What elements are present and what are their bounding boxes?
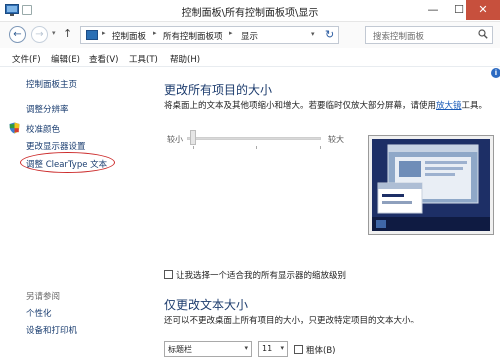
shield-icon	[9, 122, 20, 134]
main-content: i 更改所有项目的大小 将桌面上的文本及其他项缩小和增大。若要临时仅放大部分屏幕…	[148, 67, 500, 357]
font-size-select[interactable]: 11 ▾	[258, 341, 288, 357]
sidebar-link-devices-printers[interactable]: 设备和打印机	[26, 324, 77, 336]
slider-label-large: 较大	[328, 135, 344, 144]
up-button[interactable]: ↑	[63, 27, 72, 40]
minimize-button[interactable]: —	[420, 0, 446, 20]
page-title: 更改所有项目的大小	[164, 83, 273, 97]
sidebar-link-change-display-settings[interactable]: 更改显示器设置	[26, 140, 86, 152]
sidebar: 控制面板主页 调整分辨率 校准颜色 更改显示器设置 调整 ClearType 文…	[0, 67, 148, 357]
breadcrumb-control-panel[interactable]: 控制面板	[112, 30, 146, 42]
page-description: 将桌面上的文本及其他项缩小和增大。若要临时仅放大部分屏幕，请使用放大镜工具。	[164, 101, 488, 111]
item-select[interactable]: 标题栏 ▾	[164, 341, 252, 357]
text-size-description: 还可以不更改桌面上所有项目的大小，只更改特定项目的文本大小。	[164, 316, 420, 326]
close-button[interactable]: ✕	[466, 0, 500, 20]
breadcrumb-separator[interactable]: ▸	[102, 29, 106, 37]
back-button[interactable]: ←	[9, 26, 26, 43]
breadcrumb-display[interactable]: 显示	[241, 30, 258, 42]
see-also-heading: 另请参阅	[26, 292, 61, 302]
slider-label-small: 较小	[167, 135, 183, 144]
breadcrumb-separator[interactable]: ▸	[153, 29, 157, 37]
chevron-down-icon: ▾	[244, 344, 248, 352]
slider-tick	[193, 146, 194, 149]
slider-tick	[320, 146, 321, 149]
forward-button[interactable]: →	[31, 26, 48, 43]
menu-edit[interactable]: 编辑(E)	[51, 53, 80, 65]
menu-help[interactable]: 帮助(H)	[170, 53, 200, 65]
bold-option[interactable]: 粗体(B)	[294, 344, 335, 356]
custom-scaling-checkbox[interactable]	[164, 270, 173, 279]
address-bar[interactable]: ▸ 控制面板 ▸ 所有控制面板项 ▸ 显示 ▾ ↻	[80, 26, 339, 44]
sidebar-link-personalization[interactable]: 个性化	[26, 307, 52, 319]
search-box[interactable]: 搜索控制面板	[365, 26, 493, 44]
bold-checkbox[interactable]	[294, 345, 303, 354]
magnifier-link[interactable]: 放大镜	[436, 101, 462, 111]
address-dropdown-icon[interactable]: ▾	[311, 30, 315, 38]
title-bar: 控制面板\所有控制面板项\显示 — ☐ ✕	[0, 0, 500, 22]
sidebar-link-control-panel-home[interactable]: 控制面板主页	[26, 78, 77, 90]
recent-locations-dropdown-icon[interactable]: ▾	[52, 29, 56, 37]
breadcrumb-separator[interactable]: ▸	[229, 29, 233, 37]
sidebar-link-calibrate-color[interactable]: 校准颜色	[26, 123, 60, 135]
menu-tools[interactable]: 工具(T)	[129, 53, 158, 65]
chevron-down-icon: ▾	[280, 344, 284, 352]
menu-file[interactable]: 文件(F)	[12, 53, 41, 65]
slider-tick	[256, 146, 257, 149]
search-placeholder: 搜索控制面板	[373, 32, 425, 42]
monitor-icon	[86, 30, 98, 40]
refresh-icon[interactable]: ↻	[325, 28, 334, 41]
menu-view[interactable]: 查看(V)	[89, 53, 118, 65]
breadcrumb-all-items[interactable]: 所有控制面板项	[163, 30, 223, 42]
bold-label: 粗体(B)	[306, 346, 336, 356]
text-size-heading: 仅更改文本大小	[164, 298, 249, 312]
custom-scaling-option[interactable]: 让我选择一个适合我的所有显示器的缩放级别	[164, 269, 346, 281]
custom-scaling-label: 让我选择一个适合我的所有显示器的缩放级别	[176, 271, 347, 281]
highlight-oval	[20, 152, 115, 173]
address-row: ← → ▾ ↑ ▸ 控制面板 ▸ 所有控制面板项 ▸ 显示 ▾ ↻ 搜索控制面板	[0, 22, 500, 48]
size-slider-thumb[interactable]	[190, 130, 196, 145]
display-preview-image	[368, 135, 494, 235]
help-icon[interactable]: i	[491, 68, 500, 78]
menu-bar: 文件(F) 编辑(E) 查看(V) 工具(T) 帮助(H)	[0, 49, 500, 67]
size-slider[interactable]	[187, 137, 321, 140]
sidebar-link-adjust-resolution[interactable]: 调整分辨率	[26, 103, 69, 115]
watermark-logo	[398, 322, 494, 348]
search-icon[interactable]	[478, 29, 488, 39]
